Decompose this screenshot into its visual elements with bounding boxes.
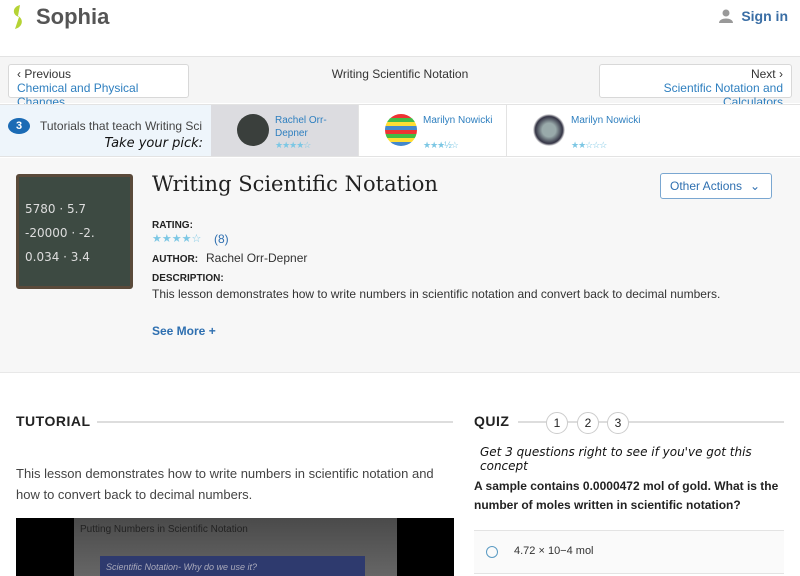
- sign-in-label: Sign in: [741, 8, 788, 24]
- tutorial-card[interactable]: Marilyn Nowicki ★★☆☆☆: [507, 105, 800, 156]
- description-label: Description:: [152, 273, 224, 284]
- sophia-logo[interactable]: Sophia: [10, 4, 109, 30]
- sign-in-button[interactable]: Sign in: [719, 8, 788, 24]
- divider: [97, 421, 453, 423]
- video-title: Putting Numbers in Scientific Notation: [80, 524, 248, 535]
- nav-title: Writing Scientific Notation: [331, 67, 469, 81]
- tutorials-intro: 3 Tutorials that teach Writing Scientifi…: [0, 105, 211, 156]
- quiz-question: A sample contains 0.0000472 mol of gold.…: [474, 479, 779, 512]
- author-name: Marilyn Nowicki: [423, 115, 493, 126]
- rating-stars: ★★★★☆: [275, 140, 311, 150]
- other-actions-label: Other Actions: [670, 179, 743, 193]
- divider: [630, 421, 784, 423]
- user-icon: [719, 9, 734, 23]
- lesson-title: Writing Scientific Notation: [152, 172, 438, 196]
- option-text: 4.72 × 10−4 mol: [514, 545, 594, 557]
- lesson-header: 5780 · 5.7 -20000 · -2. 0.034 · 3.4 Writ…: [0, 158, 800, 373]
- rating-stars: ★★★★☆: [152, 233, 202, 245]
- lesson-thumbnail: 5780 · 5.7 -20000 · -2. 0.034 · 3.4: [16, 174, 133, 289]
- author-value: Rachel Orr-Depner: [206, 251, 308, 265]
- rating-stars: ★★☆☆☆: [571, 140, 607, 150]
- rating-count[interactable]: (8): [214, 232, 229, 246]
- tutorial-text: This lesson demonstrates how to write nu…: [16, 466, 434, 502]
- video-slide-text: Scientific Notation- Why do we use it?: [100, 556, 365, 576]
- chevron-down-icon: ⌄: [750, 179, 761, 193]
- tutorial-heading: TUTORIAL: [16, 413, 91, 429]
- tutorial-count-badge: 3: [8, 118, 30, 134]
- tutorial-card[interactable]: Marilyn Nowicki ★★★½☆: [359, 105, 507, 156]
- rating-stars: ★★★½☆: [423, 140, 459, 150]
- thumb-line: 5780 · 5.7: [25, 202, 87, 216]
- radio-button[interactable]: [486, 546, 498, 558]
- author-avatar: [385, 114, 417, 146]
- quiz-subtitle: Get 3 questions right to see if you've g…: [480, 445, 752, 473]
- quiz-step: 1: [546, 412, 568, 434]
- author-name: Marilyn Nowicki: [571, 115, 641, 126]
- tutorials-label: Tutorials that teach Writing Scientific …: [40, 119, 202, 133]
- thumb-line: -20000 · -2.: [25, 226, 95, 240]
- description-text: This lesson demonstrates how to write nu…: [152, 287, 721, 301]
- quiz-step: 2: [577, 412, 599, 434]
- author-name: Rachel Orr-Depner: [275, 115, 327, 139]
- see-more-link[interactable]: See More +: [152, 324, 216, 338]
- brand-name: Sophia: [36, 4, 110, 29]
- quiz-step: 3: [607, 412, 629, 434]
- quiz-heading: QUIZ: [474, 413, 510, 429]
- header: Sophia Sign in: [0, 0, 800, 57]
- other-actions-button[interactable]: Other Actions ⌄: [660, 173, 772, 199]
- rating-label: Rating:: [152, 220, 193, 231]
- tutorial-picker: 3 Tutorials that teach Writing Scientifi…: [0, 104, 800, 157]
- author-avatar: [533, 114, 565, 146]
- sophia-logo-icon: [13, 5, 22, 29]
- tutorial-card[interactable]: Rachel Orr-Depner ★★★★☆: [211, 105, 359, 156]
- video-frame: Putting Numbers in Scientific Notation S…: [74, 518, 397, 576]
- take-your-pick: Take your pick:: [104, 136, 203, 151]
- author-label: Author:: [152, 254, 199, 265]
- quiz-option[interactable]: 4.72 × 10−4 mol: [474, 530, 784, 574]
- thumb-line: 0.034 · 3.4: [25, 250, 90, 264]
- video-player[interactable]: Putting Numbers in Scientific Notation S…: [16, 518, 454, 576]
- author-avatar: [237, 114, 269, 146]
